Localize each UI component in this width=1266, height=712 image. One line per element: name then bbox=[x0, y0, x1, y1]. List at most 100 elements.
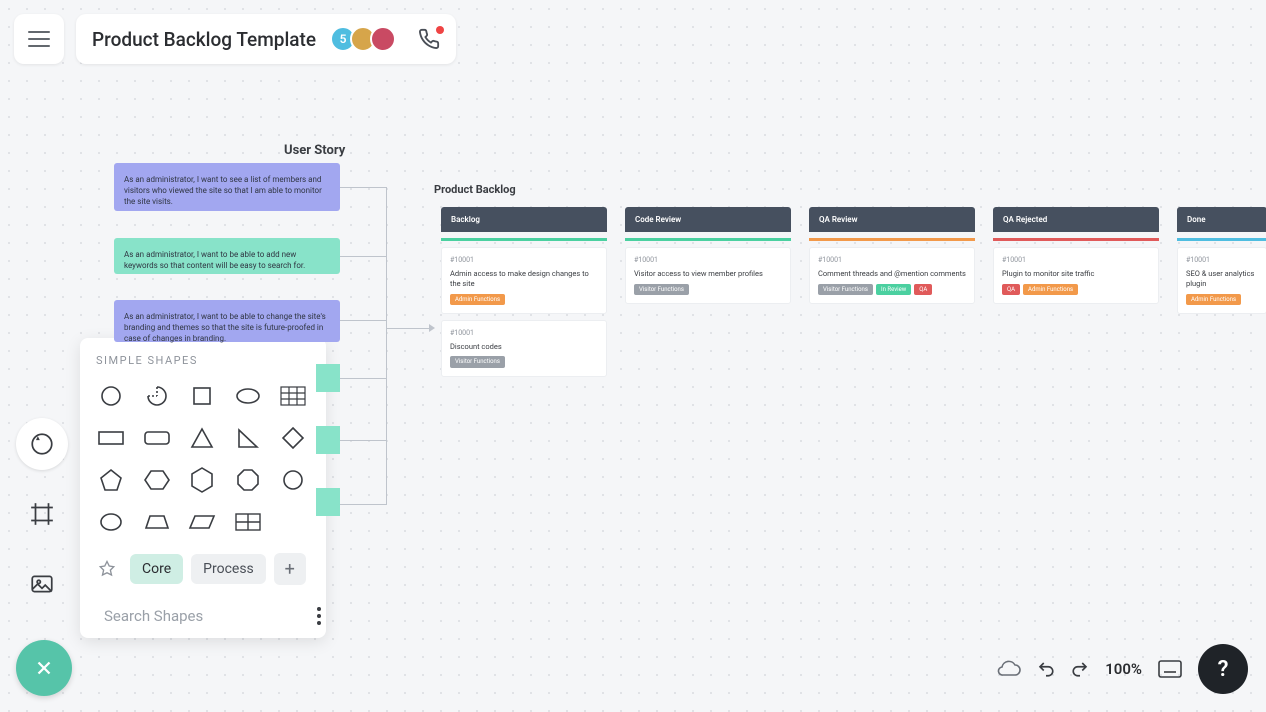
board-column: Done #10001 SEO & user analytics plugin Adm… bbox=[1177, 207, 1266, 314]
column-header[interactable]: Backlog bbox=[441, 207, 607, 232]
card-tag[interactable]: QA bbox=[1002, 284, 1020, 295]
arrow-icon bbox=[429, 324, 435, 332]
board-column: Backlog #10001Admin access to make design… bbox=[441, 207, 607, 377]
shape-ellipse-small[interactable] bbox=[92, 505, 130, 539]
tag-row: Admin Functions bbox=[1186, 294, 1258, 305]
cloud-icon bbox=[995, 659, 1021, 679]
card-tag[interactable]: Visitor Functions bbox=[450, 356, 505, 367]
menu-button[interactable] bbox=[14, 14, 64, 64]
pin-button[interactable] bbox=[92, 554, 122, 584]
redo-button[interactable] bbox=[1071, 660, 1089, 678]
avatar[interactable] bbox=[370, 26, 396, 52]
card-id: #10001 bbox=[1002, 256, 1150, 264]
card-tag[interactable]: Visitor Functions bbox=[634, 284, 689, 295]
keyboard-shortcuts-button[interactable] bbox=[1158, 660, 1182, 678]
tab-process[interactable]: Process bbox=[191, 554, 266, 584]
shape-hexagon-vert[interactable] bbox=[183, 463, 221, 497]
shape-trapezoid[interactable] bbox=[138, 505, 176, 539]
shape-grid[interactable] bbox=[229, 505, 267, 539]
shape-circle[interactable] bbox=[92, 379, 130, 413]
connector-line bbox=[340, 320, 386, 321]
column-header[interactable]: QA Review bbox=[809, 207, 975, 232]
keyboard-icon bbox=[1158, 660, 1182, 678]
shapes-grid bbox=[80, 375, 326, 543]
connector-line bbox=[386, 187, 387, 505]
avatar-stack[interactable]: 5 bbox=[330, 26, 396, 52]
board-card[interactable]: #10001Admin access to make design change… bbox=[441, 247, 607, 314]
tab-core[interactable]: Core bbox=[130, 554, 183, 584]
card-text: Comment threads and @mention comments bbox=[818, 269, 966, 279]
card-text: SEO & user analytics plugin bbox=[1186, 269, 1258, 289]
column-header[interactable]: QA Rejected bbox=[993, 207, 1159, 232]
column-header[interactable]: Done bbox=[1177, 207, 1266, 232]
sync-button[interactable] bbox=[995, 659, 1021, 679]
card-tag[interactable]: Visitor Functions bbox=[818, 284, 873, 295]
story-card[interactable]: As an administrator, I want to see a lis… bbox=[114, 163, 340, 211]
board-card[interactable]: #10001Plugin to monitor site trafficQAAd… bbox=[993, 247, 1159, 304]
image-icon bbox=[29, 571, 55, 597]
shape-arc[interactable] bbox=[138, 379, 176, 413]
shape-pentagon[interactable] bbox=[92, 463, 130, 497]
close-icon bbox=[33, 657, 55, 679]
shape-square[interactable] bbox=[183, 379, 221, 413]
shape-right-triangle[interactable] bbox=[229, 421, 267, 455]
column-accent bbox=[993, 238, 1159, 241]
user-story-heading: User Story bbox=[284, 143, 345, 158]
shape-circle-alt[interactable] bbox=[274, 463, 312, 497]
hamburger-icon bbox=[28, 31, 50, 47]
card-tag[interactable]: Admin Functions bbox=[1186, 294, 1241, 305]
shape-rectangle[interactable] bbox=[92, 421, 130, 455]
frame-tool[interactable] bbox=[16, 488, 68, 540]
board-title: Product Backlog bbox=[434, 183, 516, 196]
column-accent bbox=[441, 238, 607, 241]
zoom-level[interactable]: 100% bbox=[1105, 660, 1142, 678]
board-card[interactable]: #10001 SEO & user analytics plugin Admin F… bbox=[1177, 247, 1266, 314]
board-card[interactable]: #10001Discount codesVisitor Functions bbox=[441, 320, 607, 377]
column-header[interactable]: Code Review bbox=[625, 207, 791, 232]
card-tag[interactable]: QA bbox=[914, 284, 932, 295]
column-accent bbox=[809, 238, 975, 241]
image-tool[interactable] bbox=[16, 558, 68, 610]
shape-hexagon[interactable] bbox=[138, 463, 176, 497]
story-card[interactable] bbox=[316, 364, 340, 392]
shape-octagon[interactable] bbox=[229, 463, 267, 497]
call-button[interactable] bbox=[418, 28, 440, 50]
connector-line bbox=[340, 256, 386, 257]
board-column: QA Review #10001 Comment threads and @ment… bbox=[809, 207, 975, 304]
story-card[interactable] bbox=[316, 488, 340, 516]
board-card[interactable]: #10001 Comment threads and @mention comme… bbox=[809, 247, 975, 304]
card-id: #10001 bbox=[634, 256, 782, 264]
board-column: Code Review #10001 Visitor access to view … bbox=[625, 207, 791, 304]
board-card[interactable]: #10001 Visitor access to view member prof… bbox=[625, 247, 791, 304]
shape-triangle[interactable] bbox=[183, 421, 221, 455]
shape-rounded-rect[interactable] bbox=[138, 421, 176, 455]
undo-button[interactable] bbox=[1037, 660, 1055, 678]
title-bar: Product Backlog Template 5 bbox=[76, 14, 456, 64]
card-text: Visitor access to view member profiles bbox=[634, 269, 782, 279]
card-id: #10001 bbox=[818, 256, 966, 264]
card-tag[interactable]: Admin Functions bbox=[450, 294, 505, 305]
pin-icon bbox=[98, 560, 116, 578]
more-options-button[interactable] bbox=[313, 603, 325, 629]
story-card[interactable] bbox=[316, 426, 340, 454]
shape-diamond[interactable] bbox=[274, 421, 312, 455]
shapes-tool[interactable] bbox=[16, 418, 68, 470]
close-panel-button[interactable] bbox=[16, 640, 72, 696]
kanban-board: Backlog #10001Admin access to make design… bbox=[441, 207, 1266, 377]
shape-parallelogram[interactable] bbox=[183, 505, 221, 539]
frame-icon bbox=[29, 501, 55, 527]
shapes-panel: SIMPLE SHAPES Core Process + bbox=[80, 338, 326, 638]
story-card[interactable]: As an administrator, I want to be able t… bbox=[114, 238, 340, 274]
card-tag[interactable]: Admin Functions bbox=[1023, 284, 1078, 295]
help-button[interactable]: ? bbox=[1198, 644, 1248, 694]
connector-line bbox=[340, 378, 386, 379]
document-title[interactable]: Product Backlog Template bbox=[92, 28, 316, 51]
story-card[interactable]: As an administrator, I want to be able t… bbox=[114, 300, 340, 342]
shape-ellipse[interactable] bbox=[229, 379, 267, 413]
shape-search-input[interactable] bbox=[104, 607, 303, 625]
card-tag[interactable]: In Review bbox=[876, 284, 911, 295]
add-tab-button[interactable]: + bbox=[274, 553, 306, 585]
shape-table[interactable] bbox=[274, 379, 312, 413]
connector-line bbox=[340, 187, 386, 188]
card-id: #10001 bbox=[1186, 256, 1258, 264]
